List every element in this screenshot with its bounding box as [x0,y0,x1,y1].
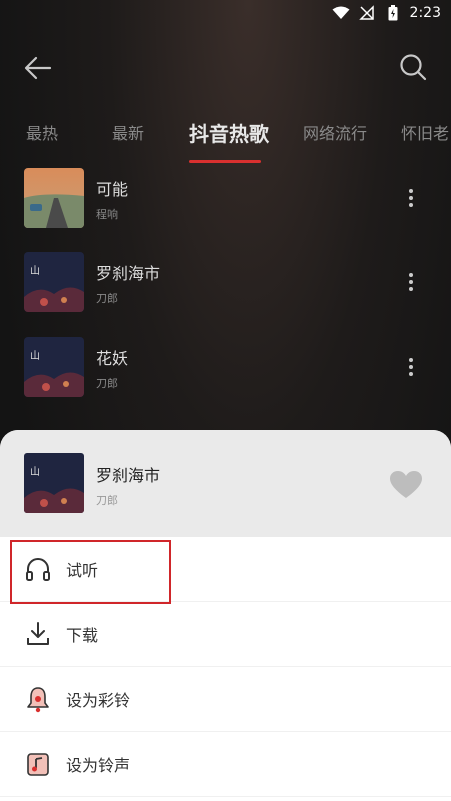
album-cover: 山 [24,337,84,397]
svg-text:山: 山 [30,466,40,478]
tab-newest[interactable]: 最新 [112,116,144,152]
tab-douyin-hits[interactable]: 抖音热歌 [189,116,269,152]
more-options-button[interactable] [401,355,421,381]
bell-icon [27,687,49,713]
ringtone-icon [27,753,49,776]
song-artist: 刀郎 [96,292,118,305]
wifi-icon [332,4,350,22]
song-title: 可能 [96,180,129,199]
menu-item-set-ringback[interactable]: 设为彩铃 [0,667,451,732]
highlight-annotation [10,540,171,604]
song-action-sheet: 山 罗刹海市 刀郎 试听 下载 设为彩铃 设为铃声 [0,430,451,801]
more-options-button[interactable] [401,186,421,212]
menu-item-label: 设为彩铃 [66,691,131,710]
back-button[interactable] [22,53,54,83]
sheet-song-artist: 刀郎 [96,494,118,507]
album-cover: 山 [24,453,84,513]
back-arrow-icon [24,56,52,80]
category-tabs: 最热 最新 抖音热歌 网络流行 怀旧老 [0,116,451,166]
menu-item-label: 下载 [66,626,99,645]
active-tab-indicator [189,160,261,163]
heart-icon [390,471,422,498]
song-row[interactable]: 山 罗刹海市 刀郎 [0,252,451,316]
no-signal-icon [358,4,376,22]
status-time: 2:23 [409,5,441,21]
tab-hottest[interactable]: 最热 [26,116,58,152]
tab-web-popular[interactable]: 网络流行 [303,116,367,152]
song-row[interactable]: 山 花妖 刀郎 [0,337,451,401]
search-button[interactable] [397,51,429,83]
svg-text:山: 山 [30,350,40,362]
search-icon [400,54,427,81]
song-title: 花妖 [96,349,129,368]
like-button[interactable] [389,470,423,500]
status-bar: 2:23 [0,0,451,26]
svg-text:山: 山 [30,265,40,277]
more-options-button[interactable] [401,270,421,296]
download-icon [27,622,49,645]
album-cover [24,168,84,228]
menu-item-label: 设为铃声 [66,756,131,775]
battery-charging-icon [384,4,402,22]
song-artist: 刀郎 [96,377,118,390]
album-cover: 山 [24,252,84,312]
tab-oldies[interactable]: 怀旧老 [401,116,449,152]
sheet-header: 山 罗刹海市 刀郎 [0,430,451,537]
sheet-song-title: 罗刹海市 [96,466,161,485]
top-bar [0,45,451,89]
menu-item-set-ringtone[interactable]: 设为铃声 [0,732,451,797]
song-row[interactable]: 可能 程响 [0,168,451,232]
menu-item-download[interactable]: 下载 [0,602,451,667]
song-title: 罗刹海市 [96,264,161,283]
song-artist: 程响 [96,208,118,221]
